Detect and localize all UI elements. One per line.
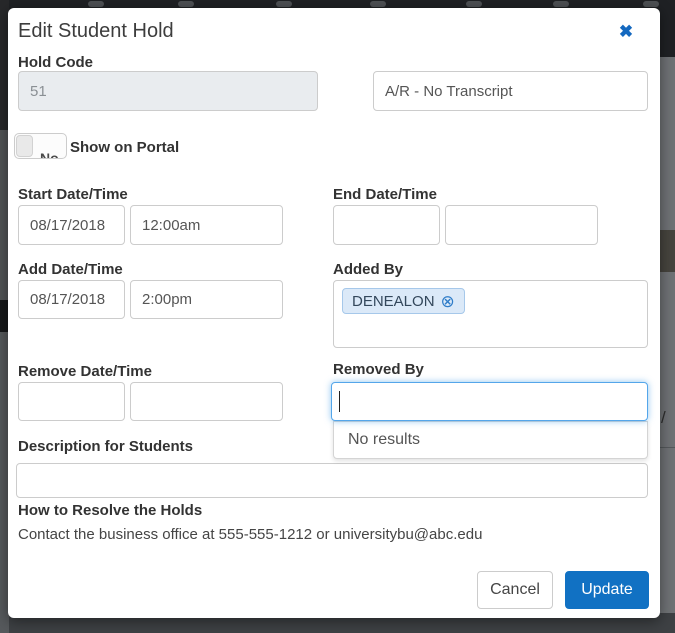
description-input[interactable] [16,463,648,498]
end-datetime-label: End Date/Time [333,186,437,203]
hold-code-input [18,71,318,111]
removed-by-dropdown: No results [333,421,648,459]
close-icon[interactable]: ✖ [612,20,640,44]
toolbar-icon [88,1,104,7]
resolve-text: Contact the business office at 555-555-1… [18,526,482,543]
add-datetime-label: Add Date/Time [18,261,123,278]
add-time-input[interactable] [130,280,283,319]
added-by-tag: DENEALON ⊗ [342,288,465,314]
show-on-portal-toggle[interactable]: No [14,133,67,159]
toolbar-icon [643,1,659,7]
toggle-knob [16,135,33,157]
edit-student-hold-dialog: Edit Student Hold ✖ Hold Code No Show on… [8,8,660,618]
end-time-input[interactable] [445,205,598,245]
tag-label: DENEALON [352,293,435,310]
start-time-input[interactable] [130,205,283,245]
cancel-button[interactable]: Cancel [477,571,553,609]
toolbar-icon [276,1,292,7]
start-date-input[interactable] [18,205,125,245]
start-datetime-label: Start Date/Time [18,186,128,203]
toolbar-icon [370,1,386,7]
hold-name-input[interactable] [373,71,648,111]
text-cursor [339,391,340,412]
description-label: Description for Students [18,438,193,455]
resolve-heading: How to Resolve the Holds [18,502,202,519]
remove-datetime-label: Remove Date/Time [18,363,152,380]
toolbar-icon [466,1,482,7]
show-on-portal-label: Show on Portal [70,139,179,156]
remove-date-input[interactable] [18,382,125,421]
hold-code-label: Hold Code [18,54,93,71]
update-button[interactable]: Update [565,571,649,609]
toolbar-icon [178,1,194,7]
backdrop-slash: / [661,408,666,428]
toggle-state-label: No [40,150,59,159]
removed-by-input[interactable] [331,382,648,421]
backdrop-line [660,447,675,448]
add-date-input[interactable] [18,280,125,319]
added-by-field[interactable]: DENEALON ⊗ [333,280,648,348]
no-results-item[interactable]: No results [334,422,647,458]
tag-remove-icon[interactable]: ⊗ [441,293,455,310]
added-by-label: Added By [333,261,403,278]
toolbar-icon [553,1,569,7]
end-date-input[interactable] [333,205,440,245]
dialog-title: Edit Student Hold [18,20,174,43]
removed-by-label: Removed By [333,361,424,378]
remove-time-input[interactable] [130,382,283,421]
